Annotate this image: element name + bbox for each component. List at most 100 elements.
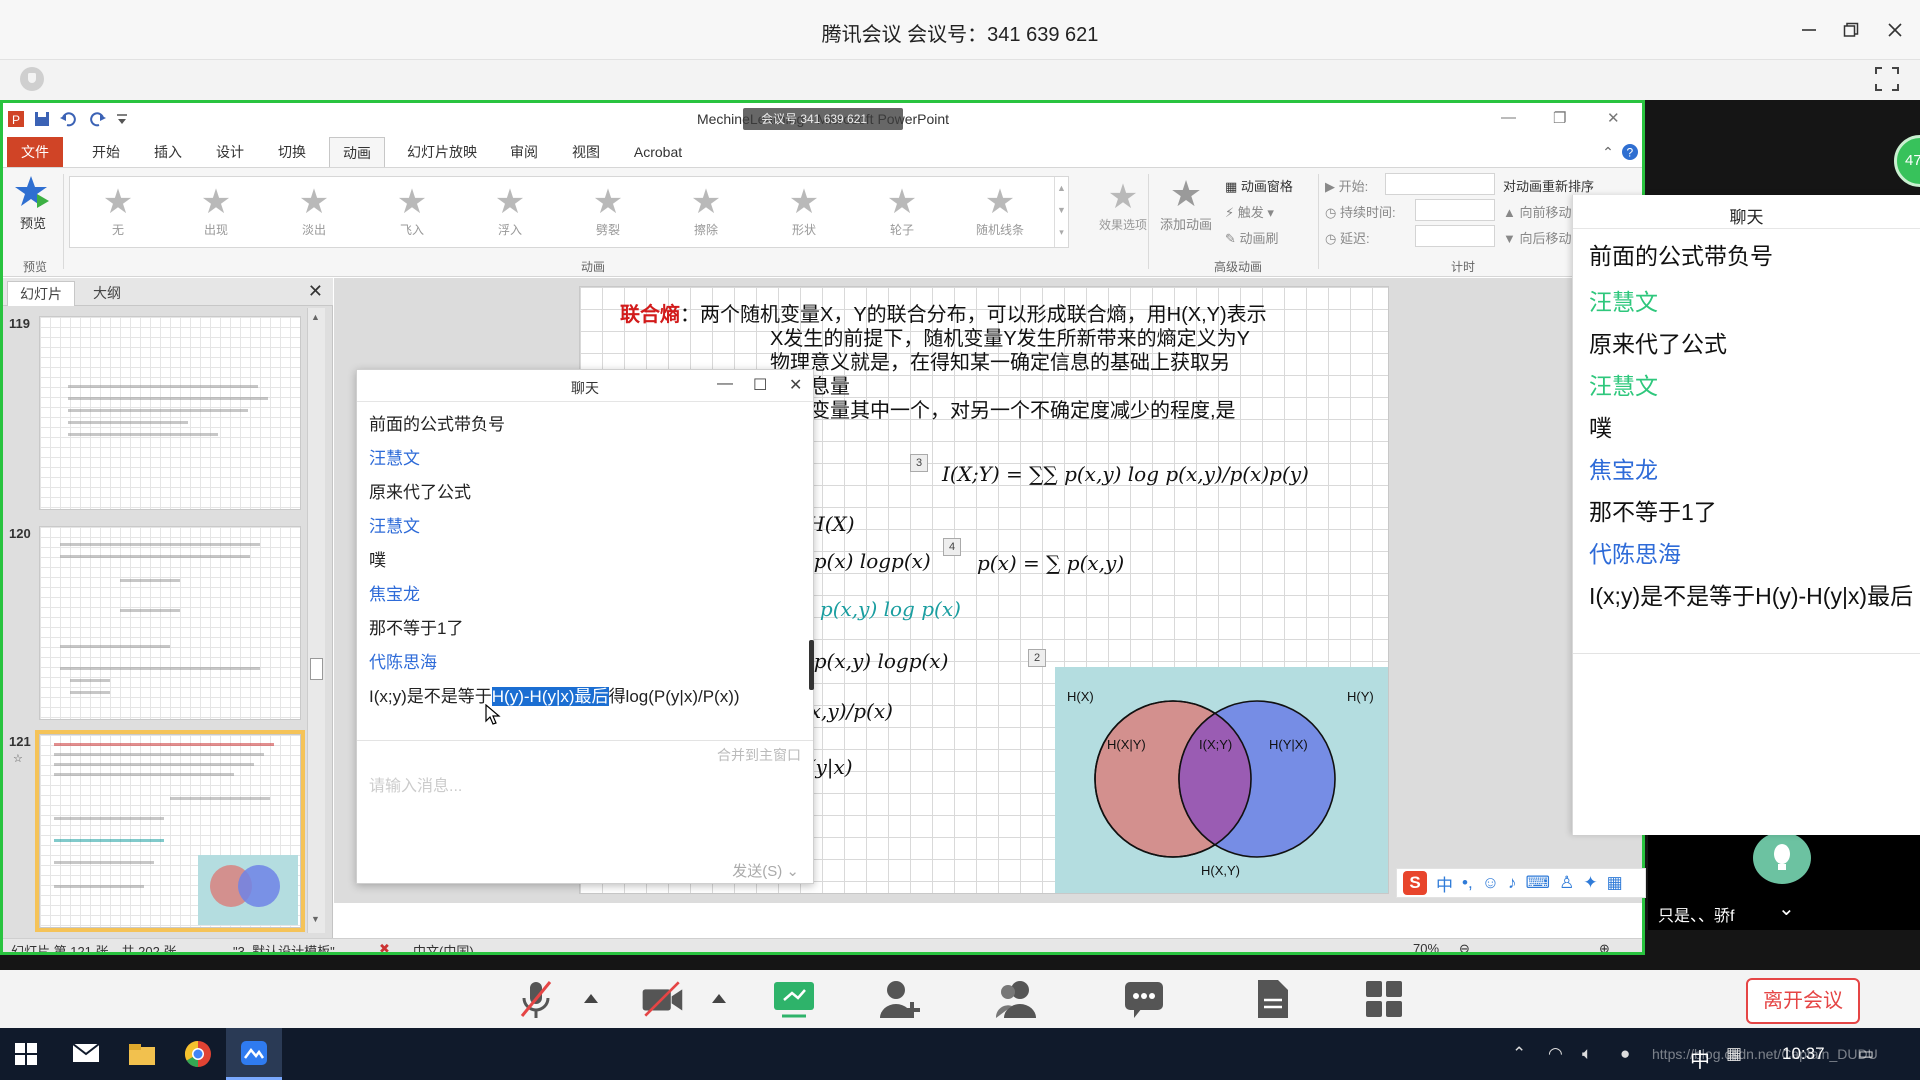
participants-count-badge[interactable]: 47 bbox=[1894, 135, 1920, 187]
ime-punctuation[interactable]: •, bbox=[1462, 873, 1473, 893]
anim-fly-in[interactable]: ★ 飞入 bbox=[364, 181, 460, 245]
scroll-up-icon[interactable]: ▲ bbox=[311, 312, 320, 322]
invite-icon[interactable] bbox=[878, 978, 922, 1020]
tab-home[interactable]: 开始 bbox=[81, 137, 131, 167]
add-animation-button[interactable]: ★ 添加动画 bbox=[1153, 174, 1219, 233]
collapse-ribbon-icon[interactable]: ⌃ bbox=[1599, 137, 1617, 167]
show-hidden-icons[interactable]: ⌃ bbox=[1512, 1044, 1526, 1064]
leave-meeting-button[interactable]: 离开会议 bbox=[1746, 978, 1860, 1024]
anim-wheel[interactable]: ★ 轮子 bbox=[854, 181, 950, 245]
delay-input[interactable] bbox=[1415, 225, 1495, 247]
send-button[interactable]: 发送(S) ⌄ bbox=[732, 860, 799, 881]
ppt-close-icon[interactable]: ✕ bbox=[1607, 109, 1620, 127]
spellcheck-icon[interactable]: ✖ bbox=[379, 941, 390, 952]
chat-scrollbar[interactable] bbox=[809, 640, 814, 690]
status-theme: "3_默认设计模板" bbox=[233, 944, 335, 955]
tab-outline[interactable]: 大纲 bbox=[81, 281, 133, 306]
share-screen-icon[interactable] bbox=[772, 978, 816, 1020]
slide-thumbnail-120[interactable] bbox=[39, 526, 301, 720]
zoom-level[interactable]: 70% bbox=[1413, 941, 1439, 952]
anim-none[interactable]: ★ 无 bbox=[70, 181, 166, 245]
tab-animations[interactable]: 动画 bbox=[329, 137, 385, 167]
anim-float-in[interactable]: ★ 浮入 bbox=[462, 181, 558, 245]
taskbar-explorer-app[interactable] bbox=[114, 1028, 170, 1080]
document-icon[interactable] bbox=[1250, 978, 1294, 1020]
tab-view[interactable]: 视图 bbox=[561, 137, 611, 167]
gallery-scroll-icon[interactable]: ▲ ▼ ▾ bbox=[1054, 177, 1068, 247]
taskbar-chrome-app[interactable] bbox=[170, 1028, 226, 1080]
slide-thumbnail-121[interactable] bbox=[35, 730, 305, 932]
close-icon[interactable] bbox=[1880, 16, 1910, 44]
anim-shape[interactable]: ★ 形状 bbox=[756, 181, 852, 245]
taskbar-tencent-meeting-app[interactable] bbox=[226, 1028, 282, 1080]
security-shield-icon[interactable] bbox=[20, 67, 44, 91]
scroll-thumb[interactable] bbox=[310, 658, 323, 680]
tab-transitions[interactable]: 切换 bbox=[267, 137, 317, 167]
zoom-out-icon[interactable]: ⊖ bbox=[1459, 941, 1470, 952]
scroll-down-icon[interactable]: ▼ bbox=[311, 914, 320, 924]
animation-pane-button[interactable]: ▦ 动画窗格 bbox=[1225, 176, 1293, 195]
preview-button[interactable]: 预览 bbox=[11, 174, 55, 244]
participants-icon[interactable] bbox=[994, 978, 1038, 1020]
ppt-restore-icon[interactable]: ❐ bbox=[1553, 109, 1566, 127]
keyboard-icon[interactable]: ⌨ bbox=[1526, 873, 1551, 893]
tab-insert[interactable]: 插入 bbox=[143, 137, 193, 167]
camera-options-caret-icon[interactable] bbox=[712, 994, 726, 1003]
windows-start-icon[interactable] bbox=[14, 1042, 38, 1066]
chat-close-icon[interactable]: ✕ bbox=[789, 375, 802, 395]
minimize-icon[interactable] bbox=[1794, 16, 1824, 44]
trigger-button[interactable]: ⚡ 触发 ▾ bbox=[1225, 202, 1274, 221]
start-select[interactable] bbox=[1385, 173, 1495, 195]
apps-grid-icon[interactable] bbox=[1362, 978, 1406, 1020]
slide-thumbnail-119[interactable] bbox=[39, 316, 301, 510]
emoji-icon[interactable]: ☺ bbox=[1482, 873, 1499, 893]
status-language[interactable]: 中文(中国) bbox=[413, 941, 474, 952]
move-later-button[interactable]: ▼ 向后移动 bbox=[1503, 228, 1572, 247]
anim-wipe[interactable]: ★ 擦除 bbox=[658, 181, 754, 245]
chevron-down-icon[interactable]: ⌄ bbox=[1778, 896, 1795, 921]
camera-off-icon[interactable] bbox=[640, 978, 684, 1020]
duration-input[interactable] bbox=[1415, 199, 1495, 221]
ppt-minimize-icon[interactable]: — bbox=[1501, 109, 1516, 126]
chat-minimize-icon[interactable]: — bbox=[717, 375, 733, 393]
anim-fade[interactable]: ★ 淡出 bbox=[266, 181, 362, 245]
panel-close-icon[interactable]: ✕ bbox=[308, 281, 323, 302]
move-earlier-button[interactable]: ▲ 向前移动 bbox=[1503, 202, 1572, 221]
anim-split[interactable]: ★ 劈裂 bbox=[560, 181, 656, 245]
restore-icon[interactable] bbox=[1836, 16, 1866, 44]
merge-to-main-button[interactable]: 合并到主窗口 bbox=[717, 745, 801, 765]
anim-appear[interactable]: ★ 出现 bbox=[168, 181, 264, 245]
tab-review[interactable]: 审阅 bbox=[499, 137, 549, 167]
chat-message-selected[interactable]: I(x;y)是不是等于H(y)-H(y|x)最后得log(P(y|x)/P(x)… bbox=[369, 682, 740, 707]
animation-badge[interactable]: 2 bbox=[1028, 649, 1046, 667]
taskbar-mail-app[interactable] bbox=[58, 1028, 114, 1080]
skin-icon[interactable]: ✦ bbox=[1583, 873, 1597, 893]
ime-language[interactable]: 中 bbox=[1436, 871, 1453, 896]
microphone-icon[interactable]: ♪ bbox=[1508, 873, 1517, 893]
wifi-icon[interactable]: ◠ bbox=[1548, 1044, 1563, 1064]
animation-badge[interactable]: 4 bbox=[943, 538, 961, 556]
mic-options-caret-icon[interactable] bbox=[584, 994, 598, 1003]
animation-badge[interactable]: 3 bbox=[910, 454, 928, 472]
user-icon[interactable]: ♙ bbox=[1559, 873, 1574, 893]
tab-file[interactable]: 文件 bbox=[7, 137, 63, 167]
speaker-video-tile[interactable]: 只是、、骄f ⌄ bbox=[1648, 832, 1920, 930]
zoom-in-icon[interactable]: ⊕ bbox=[1599, 941, 1610, 952]
animation-painter-button[interactable]: ✎ 动画刷 bbox=[1225, 228, 1279, 247]
chat-icon[interactable] bbox=[1122, 978, 1166, 1020]
help-icon[interactable]: ? bbox=[1621, 143, 1639, 161]
chat-input[interactable]: 请输入消息... bbox=[369, 772, 462, 796]
volume-icon[interactable]: 🔈︎ bbox=[1582, 1044, 1592, 1064]
slides-scrollbar[interactable]: ▲ ▼ bbox=[307, 308, 325, 933]
tab-slides[interactable]: 幻灯片 bbox=[7, 281, 75, 306]
fullscreen-icon[interactable] bbox=[1874, 66, 1900, 92]
anim-random-bars[interactable]: ★ 随机线条 bbox=[952, 181, 1048, 245]
tab-acrobat[interactable]: Acrobat bbox=[623, 137, 693, 167]
tab-slideshow[interactable]: 幻灯片放映 bbox=[397, 137, 487, 167]
chat-maximize-icon[interactable]: ☐ bbox=[753, 375, 767, 395]
microphone-muted-icon[interactable] bbox=[514, 978, 558, 1020]
toolbox-icon[interactable]: ▦ bbox=[1607, 873, 1623, 893]
sogou-logo-icon[interactable]: S bbox=[1403, 871, 1427, 895]
tab-design[interactable]: 设计 bbox=[205, 137, 255, 167]
tray-app-icon[interactable]: ● bbox=[1620, 1044, 1630, 1064]
